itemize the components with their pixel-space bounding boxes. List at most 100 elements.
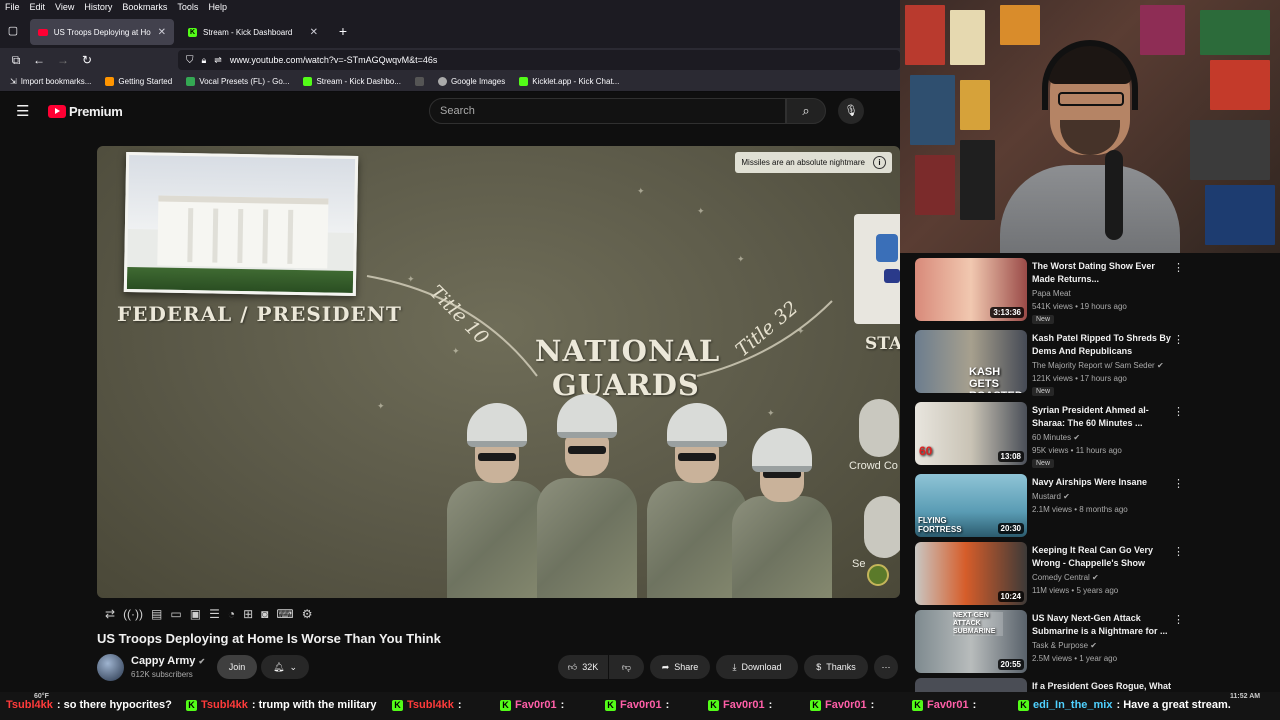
channel-name[interactable]: Cappy Army ✔	[131, 655, 205, 667]
playlist-add-icon[interactable]: ▤	[151, 607, 162, 621]
add-box-icon[interactable]: ⊞	[243, 607, 253, 621]
search-input[interactable]: Search	[429, 98, 786, 124]
tab-youtube-video[interactable]: US Troops Deploying at Ho ✕	[30, 19, 174, 45]
youtube-play-icon	[48, 105, 66, 118]
voice-search-button[interactable]: 🎙︎	[838, 98, 864, 124]
rec-channel[interactable]: Papa Meat	[1032, 288, 1071, 300]
clapper-icon[interactable]: ▭	[170, 607, 181, 621]
menu-view[interactable]: View	[55, 2, 74, 12]
menu-file[interactable]: File	[5, 2, 20, 12]
url-text[interactable]: www.youtube.com/watch?v=-STmAGQwqvM&t=46…	[230, 55, 438, 65]
rec-title[interactable]: Navy Airships Were Insane	[1032, 476, 1172, 489]
more-vertical-icon[interactable]: ⋮	[1173, 405, 1184, 418]
video-thumbnail[interactable]: 10:24	[915, 542, 1027, 605]
new-tab-plus-icon[interactable]: +	[334, 22, 352, 40]
more-vertical-icon[interactable]: ⋮	[1173, 477, 1184, 490]
hamburger-menu-icon[interactable]: ☰	[16, 102, 29, 120]
menu-edit[interactable]: Edit	[30, 2, 46, 12]
video-thumbnail[interactable]: 3:13:36	[915, 258, 1027, 321]
download-button[interactable]: ⤓ Download	[716, 655, 798, 679]
menu-history[interactable]: History	[84, 2, 112, 12]
close-icon[interactable]: ✕	[310, 27, 318, 38]
like-button[interactable]: 👍︎ 32K	[558, 655, 608, 679]
bookmark-google-images[interactable]: Google Images	[437, 77, 505, 86]
soldier-figure	[727, 428, 837, 598]
bookmark-vocal-presets[interactable]: Vocal Presets (FL) - Go...	[186, 77, 289, 86]
rec-meta: 11M views • 5 years ago	[1032, 586, 1119, 595]
rec-meta: 2.5M views • 1 year ago	[1032, 654, 1118, 663]
bookmark-s[interactable]	[414, 77, 424, 86]
list-item[interactable]: 60 13:08 Syrian President Ahmed al-Shara…	[915, 402, 1190, 468]
video-thumbnail[interactable]: KASH GETS ROASTED	[915, 330, 1027, 393]
loop-icon[interactable]: ⇄	[105, 607, 115, 621]
share-button[interactable]: ➦ Share	[650, 655, 710, 679]
youtube-logo[interactable]: Premium	[48, 104, 123, 119]
picture-in-picture-icon[interactable]: ▣	[190, 607, 201, 621]
rec-title[interactable]: Syrian President Ahmed al-Sharaa: The 60…	[1032, 404, 1172, 430]
tab-label: Stream - Kick Dashboard	[203, 27, 293, 37]
speed-icon[interactable]: ◔	[228, 607, 235, 621]
chat-message: K Fav0r01:	[810, 699, 874, 711]
rec-channel[interactable]: Mustard ✔	[1032, 491, 1070, 503]
notifications-button[interactable]: 🔔︎ ⌄	[261, 655, 309, 679]
youtube-header: ☰ Premium Search ⌕ 🎙︎	[0, 92, 900, 132]
audio-wave-icon[interactable]: ((·))	[123, 607, 143, 621]
list-item[interactable]: FLYING FORTRESS 20:30 Navy Airships Were…	[915, 474, 1190, 540]
list-item[interactable]: NEXT-GEN ATTACK SUBMARINE 20:55 US Navy …	[915, 610, 1190, 676]
url-bar[interactable]: ⛉ 🔒︎ ⇌ www.youtube.com/watch?v=-STmAGQwq…	[178, 50, 900, 70]
close-icon[interactable]: ✕	[158, 27, 166, 38]
menu-tools[interactable]: Tools	[177, 2, 198, 12]
reload-icon[interactable]: ↻	[78, 51, 96, 69]
verified-check-icon: ✔	[1090, 641, 1097, 650]
more-vertical-icon[interactable]: ⋮	[1173, 613, 1184, 626]
info-card[interactable]: Missiles are an absolute nightmare i	[735, 152, 892, 173]
list-item[interactable]: 10:24 Keeping It Real Can Go Very Wrong …	[915, 542, 1190, 608]
more-vertical-icon[interactable]: ⋮	[1173, 333, 1184, 346]
rec-title[interactable]: Keeping It Real Can Go Very Wrong - Chap…	[1032, 544, 1172, 570]
rec-title[interactable]: The Worst Dating Show Ever Made Returns.…	[1032, 260, 1172, 286]
forward-arrow-icon[interactable]: →	[54, 51, 72, 69]
rec-channel[interactable]: Comedy Central ✔	[1032, 572, 1099, 584]
permissions-icon[interactable]: ⇌	[214, 55, 222, 66]
channel-avatar[interactable]	[97, 654, 124, 681]
subtitles-icon[interactable]: ☰	[209, 607, 220, 621]
thanks-button[interactable]: $ Thanks	[804, 655, 868, 679]
info-icon[interactable]: i	[873, 156, 886, 169]
shield-icon[interactable]: ⛉	[186, 55, 194, 66]
rec-title[interactable]: Kash Patel Ripped To Shreds By Dems And …	[1032, 332, 1172, 358]
list-item[interactable]: KASH GETS ROASTED Kash Patel Ripped To S…	[915, 330, 1190, 396]
sidebar-toggle-icon[interactable]: ⧉	[7, 51, 25, 69]
more-vertical-icon[interactable]: ⋮	[1173, 545, 1184, 558]
back-arrow-icon[interactable]: ←	[30, 51, 48, 69]
bookmark-kick-dashboard[interactable]: Stream - Kick Dashbo...	[303, 77, 401, 86]
search-button[interactable]: ⌕	[786, 98, 826, 124]
rec-meta: 2.1M views • 8 months ago	[1032, 505, 1128, 514]
video-thumbnail[interactable]: FLYING FORTRESS 20:30	[915, 474, 1027, 537]
rec-channel[interactable]: The Majority Report w/ Sam Seder ✔	[1032, 360, 1164, 372]
more-actions-button[interactable]: ⋯	[874, 655, 898, 679]
bookmark-import[interactable]: ⇲ Import bookmarks...	[10, 77, 91, 86]
list-item[interactable]: 3:13:36 The Worst Dating Show Ever Made …	[915, 258, 1190, 324]
menu-bookmarks[interactable]: Bookmarks	[122, 2, 167, 12]
video-thumbnail[interactable]: 60 13:08	[915, 402, 1027, 465]
join-button[interactable]: Join	[217, 655, 257, 679]
video-thumbnail[interactable]: NEXT-GEN ATTACK SUBMARINE 20:55	[915, 610, 1027, 673]
keyboard-icon[interactable]: ⌨	[276, 607, 293, 621]
video-player[interactable]: FEDERAL / PRESIDENT Title 10 Title 32 NA…	[97, 146, 900, 598]
rec-channel[interactable]: 60 Minutes ✔	[1032, 432, 1080, 444]
bookmark-getting-started[interactable]: Getting Started	[105, 77, 172, 86]
bookmark-kicklet[interactable]: Kicklet.app - Kick Chat...	[519, 77, 619, 86]
rec-title[interactable]: US Navy Next-Gen Attack Submarine is a N…	[1032, 612, 1172, 638]
menu-help[interactable]: Help	[208, 2, 227, 12]
tab-overview-icon[interactable]: ▢	[4, 22, 22, 40]
connector-arcs	[366, 275, 833, 377]
settings-gear-icon[interactable]: ⚙	[302, 607, 313, 621]
screenshot-icon[interactable]: ◙	[261, 607, 268, 621]
more-vertical-icon[interactable]: ⋮	[1173, 261, 1184, 274]
soldier-figure	[532, 388, 642, 598]
lock-icon[interactable]: 🔒︎	[202, 55, 207, 66]
rec-channel[interactable]: Task & Purpose ✔	[1032, 640, 1097, 652]
dislike-button[interactable]: 👎︎	[609, 655, 644, 679]
channel-watermark-icon[interactable]	[867, 564, 889, 586]
tab-kick-dashboard[interactable]: K Stream - Kick Dashboard ✕	[180, 19, 326, 45]
